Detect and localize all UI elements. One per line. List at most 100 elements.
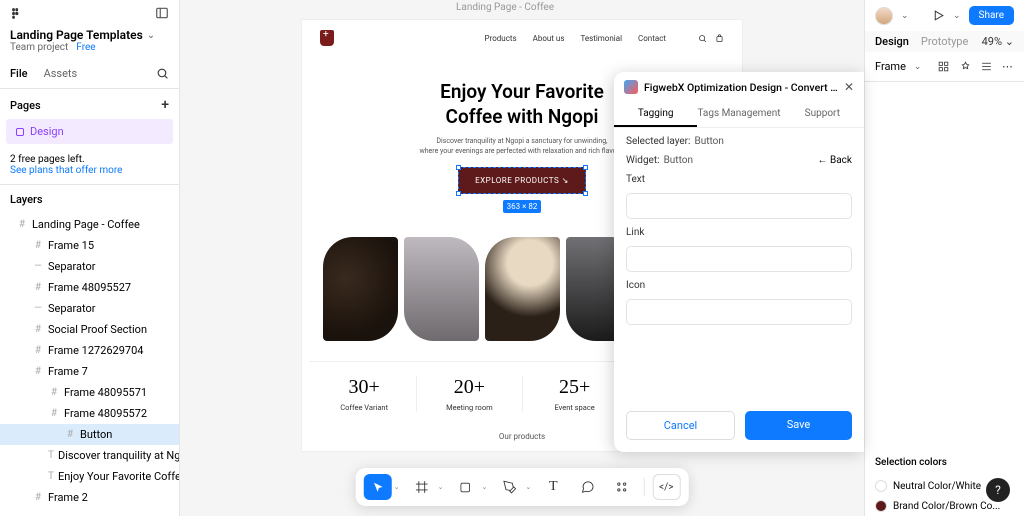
search-icon[interactable] [156,67,169,80]
align-icon[interactable] [937,60,950,73]
gallery-image [485,237,560,341]
chevron-down-icon[interactable]: ⌄ [482,483,488,491]
avatar[interactable] [875,7,893,25]
move-tool-icon[interactable] [364,474,392,500]
layer-item[interactable]: #Frame 1272629704 [0,340,179,361]
layer-item[interactable]: #Frame 15 [0,235,179,256]
layers-header: Layers [0,185,179,214]
present-icon[interactable] [932,9,945,22]
share-button[interactable]: Share [969,6,1014,25]
resize-handle[interactable] [583,191,588,196]
layer-item[interactable]: —Separator [0,256,179,277]
plugin-logo-icon [624,80,638,94]
layer-item[interactable]: TEnjoy Your Favorite Coffee w [0,466,179,487]
tab-file[interactable]: File [10,63,28,84]
frame-icon: # [64,429,76,440]
actions-tool-icon[interactable] [607,474,635,500]
close-icon[interactable]: ✕ [844,80,854,94]
chevron-down-icon[interactable]: ⌄ [147,30,155,41]
frame-icon: # [32,324,44,335]
layer-item-button[interactable]: #Button [0,424,179,445]
chevron-down-icon[interactable]: ⌄ [953,11,961,21]
link-input[interactable] [626,246,852,272]
layer-item[interactable]: #Frame 2 [0,487,179,508]
figma-menu-icon[interactable] [10,7,23,20]
canvas-tab-label[interactable]: Landing Page - Coffee [456,2,554,13]
plugin-tab-tags-management[interactable]: Tags Management [697,102,780,127]
layer-item[interactable]: #Frame 48095527 [0,277,179,298]
more-icon[interactable]: ⋯ [1001,60,1014,73]
nav-link: Contact [638,34,666,43]
brand-logo-icon [320,30,334,46]
products-header: Our products [499,432,545,441]
chevron-down-icon[interactable]: ⌄ [914,62,922,72]
tab-design[interactable]: Design [875,35,909,48]
distribute-icon[interactable] [980,60,993,73]
pen-tool-icon[interactable] [495,474,523,500]
gallery-image [323,237,398,341]
zoom-level[interactable]: 49% ⌄ [982,35,1014,48]
back-button[interactable]: ← Back [818,155,852,166]
text-icon: T [48,450,54,461]
shape-tool-icon[interactable] [452,474,480,500]
field-label-icon: Icon [626,280,852,291]
dev-mode-toggle-icon[interactable]: </> [652,474,680,500]
text-tool-icon[interactable]: T [539,474,567,500]
team-label[interactable]: Team project [10,42,68,53]
plugin-tab-tagging[interactable]: Tagging [614,102,697,127]
chevron-down-icon[interactable]: ⌄ [525,483,531,491]
layer-item[interactable]: #Social Proof Section [0,319,179,340]
icon-input[interactable] [626,299,852,325]
line-icon: — [32,303,44,314]
layer-item[interactable]: TDiscover tranquility at Ngopi [0,445,179,466]
add-page-icon[interactable]: + [161,97,169,113]
stat-number: 25+ [523,376,627,399]
widget-label: Widget: [626,155,660,166]
see-plans-link[interactable]: See plans that offer more [10,165,122,176]
layer-root[interactable]: #Landing Page - Coffee [0,214,179,235]
stat-number: 20+ [417,376,521,399]
dimension-badge: 363 × 82 [503,200,542,213]
nav-link: Products [485,34,517,43]
frame-icon: # [32,492,44,503]
panel-layout-icon[interactable] [155,6,169,20]
chevron-down-icon[interactable]: ⌄ [901,11,909,21]
layer-item[interactable]: #Frame 7 [0,361,179,382]
chevron-down-icon[interactable]: ⌄ [394,483,400,491]
file-title[interactable]: Landing Page Templates [10,28,143,42]
nav-link: Testimonial [580,34,622,43]
line-icon: — [32,261,44,272]
resize-handle[interactable] [456,191,461,196]
hero-subtext: Discover tranquility at Ngopi a sanctuar… [419,137,624,157]
tab-prototype[interactable]: Prototype [921,35,968,48]
help-fab-icon[interactable]: ? [986,478,1010,502]
plugin-tab-support[interactable]: Support [781,102,864,127]
save-button[interactable]: Save [745,411,852,440]
layer-item[interactable]: #Frame 48095572 [0,403,179,424]
resize-handle[interactable] [456,165,461,170]
frame-tool-icon[interactable] [408,474,436,500]
comment-tool-icon[interactable] [573,474,601,500]
selected-layer-label: Selected layer: [626,136,690,147]
plan-label[interactable]: Free [76,42,95,53]
text-input[interactable] [626,193,852,219]
page-item-design[interactable]: Design [6,119,173,144]
stat-number: 30+ [312,376,416,399]
frame-icon: # [32,366,44,377]
nav-link: About us [533,34,565,43]
hero-headline: Enjoy Your FavoriteCoffee with Ngopi [419,80,624,129]
tab-assets[interactable]: Assets [44,63,78,84]
tidy-icon[interactable] [959,60,972,73]
stat-label: Coffee Variant [312,403,416,412]
layer-item[interactable]: —Separator [0,298,179,319]
selection-colors-header: Selection colors [865,449,1024,476]
chevron-down-icon[interactable]: ⌄ [438,483,444,491]
layer-item[interactable]: #Frame 48095571 [0,382,179,403]
selected-layer-value: Button [694,136,723,147]
resize-handle[interactable] [583,165,588,170]
cancel-button[interactable]: Cancel [626,411,735,440]
frame-label[interactable]: Frame [875,60,906,73]
cta-button-selected[interactable]: EXPLORE PRODUCTS ↘ [458,167,586,194]
pages-header: Pages [10,99,41,112]
frame-icon: # [32,345,44,356]
